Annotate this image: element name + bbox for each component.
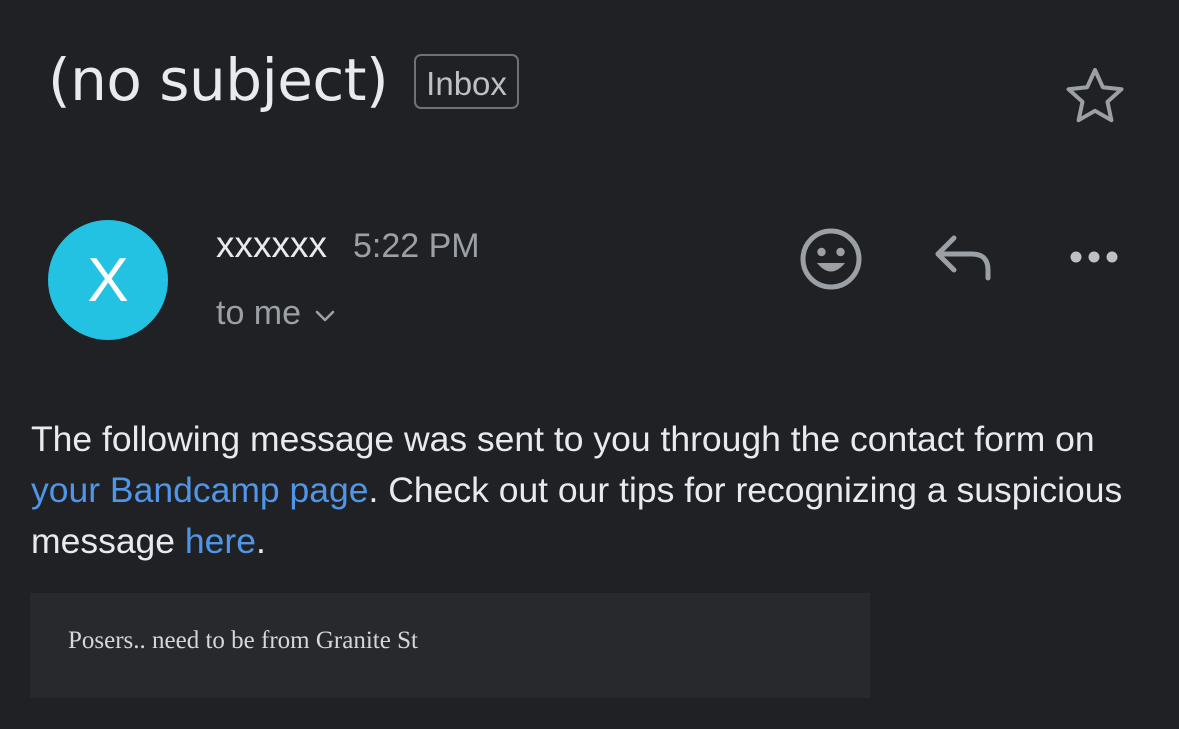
recipient-details-toggle[interactable]: to me bbox=[216, 294, 335, 333]
avatar-letter: X bbox=[87, 245, 129, 315]
emoji-icon bbox=[800, 228, 862, 290]
star-button[interactable] bbox=[1064, 66, 1126, 124]
body-text-part3: . bbox=[255, 521, 266, 561]
chevron-down-icon bbox=[315, 310, 335, 321]
message-time: 5:22 PM bbox=[353, 227, 480, 265]
email-subject: (no subject) bbox=[48, 46, 389, 114]
body-text-part1: The following message was sent to you th… bbox=[31, 419, 1095, 459]
sender-row: xxxxxx 5:22 PM bbox=[216, 224, 480, 266]
quoted-message-box: Posers.. need to be from Granite St bbox=[30, 593, 870, 698]
more-options-icon bbox=[1070, 251, 1118, 263]
suspicious-message-tips-link[interactable]: here bbox=[185, 521, 256, 561]
more-options-button[interactable] bbox=[1066, 242, 1122, 272]
subject-row: (no subject) Inbox bbox=[48, 42, 519, 118]
inbox-label-chip[interactable]: Inbox bbox=[414, 53, 519, 109]
recipient-label: to me bbox=[216, 294, 302, 332]
star-icon bbox=[1066, 68, 1124, 123]
reply-icon bbox=[935, 235, 991, 281]
sender-avatar[interactable]: X bbox=[48, 220, 168, 340]
message-body: The following message was sent to you th… bbox=[31, 414, 1151, 567]
quoted-message-text: Posers.. need to be from Granite St bbox=[68, 627, 418, 654]
sender-name[interactable]: xxxxxx bbox=[216, 224, 327, 266]
bandcamp-page-link[interactable]: your Bandcamp page bbox=[31, 470, 368, 510]
add-reaction-button[interactable] bbox=[798, 226, 864, 292]
reply-button[interactable] bbox=[932, 232, 994, 284]
